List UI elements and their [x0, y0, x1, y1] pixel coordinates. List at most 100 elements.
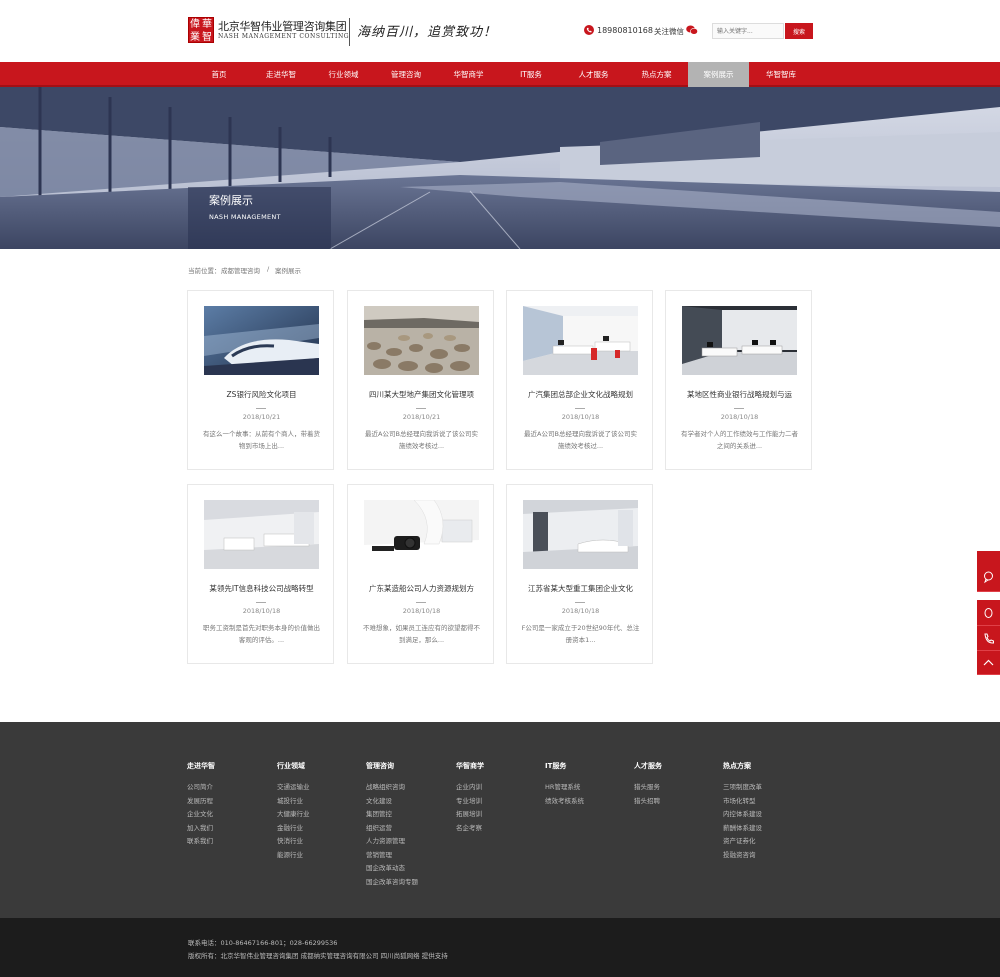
side-back-to-top-button[interactable]	[977, 651, 1000, 675]
case-date: 2018/10/21	[242, 413, 281, 421]
footer-link[interactable]: 大健康行业	[277, 808, 310, 818]
footer-link[interactable]: 发展历程	[187, 795, 213, 805]
footer-link[interactable]: 人力资源管理	[366, 835, 405, 845]
nav-item-consulting[interactable]: 管理咨询	[375, 62, 437, 87]
nav-item-thinktank[interactable]: 华智智库	[749, 62, 813, 87]
case-date: 2018/10/18	[720, 413, 759, 421]
search-input[interactable]	[712, 23, 784, 39]
footer-link[interactable]: 专业培训	[456, 795, 482, 805]
chat-icon	[984, 571, 993, 584]
case-image-train[interactable]	[204, 306, 319, 375]
case-image-reception[interactable]	[204, 500, 319, 569]
phone-icon	[584, 25, 594, 35]
side-qq-button[interactable]	[977, 600, 1000, 626]
footer-link[interactable]: 企业文化	[187, 808, 213, 818]
footer-link[interactable]: 城投行业	[277, 795, 303, 805]
footer-link[interactable]: 营销管理	[366, 849, 392, 859]
nav-item-solutions[interactable]: 热点方案	[625, 62, 688, 87]
footer-column-title[interactable]: 华智商学	[456, 761, 484, 771]
case-image-lobby[interactable]	[523, 500, 638, 569]
footer-link[interactable]: 联系我们	[187, 835, 213, 845]
logo-char: 華	[202, 19, 212, 30]
case-image-pebbles[interactable]	[364, 306, 479, 375]
footer-column-title[interactable]: 走进华智	[187, 761, 215, 771]
footer-link[interactable]: 国企改革动态	[366, 862, 405, 872]
footer-link[interactable]: 金融行业	[277, 822, 303, 832]
nav-item-talent[interactable]: 人才服务	[562, 62, 625, 87]
footer-link[interactable]: 内控体系建设	[723, 808, 762, 818]
nav-item-cases[interactable]: 案例展示	[688, 62, 749, 87]
case-title[interactable]: 四川某大型地产集团文化管理项	[352, 389, 491, 400]
footer-copyright: 版权所有：北京华智伟业管理咨询集团 成都纳实管理咨询有限公司 四川尚狐网络 提供…	[188, 952, 448, 960]
nav-item-industries[interactable]: 行业领域	[312, 62, 375, 87]
footer-column-title[interactable]: 管理咨询	[366, 761, 394, 771]
divider	[734, 408, 744, 409]
bottom-bar	[0, 918, 1000, 977]
logo-mark[interactable]: 偉 華 業 智	[188, 17, 214, 43]
footer-link[interactable]: 薪酬体系建设	[723, 822, 762, 832]
footer-column-title[interactable]: IT服务	[545, 761, 566, 771]
footer-link[interactable]: 资产证券化	[723, 835, 756, 845]
divider	[416, 408, 426, 409]
case-card[interactable]: 广东某造船公司人力资源规划方 2018/10/18 不难想象，如果员工连应有的欲…	[347, 484, 494, 664]
footer-link[interactable]: 名企考察	[456, 822, 482, 832]
case-card[interactable]: 广汽集团总部企业文化战略规划 2018/10/18 最近A公司B总经理向我诉说了…	[506, 290, 653, 470]
case-image-office[interactable]	[523, 306, 638, 375]
wechat-label[interactable]: 关注微信	[654, 26, 684, 37]
case-title[interactable]: 广汽集团总部企业文化战略规划	[511, 389, 650, 400]
case-image-desk-camera[interactable]	[364, 500, 479, 569]
case-card[interactable]: 江苏省某大型重工集团企业文化 2018/10/18 F公司是一家成立于20世纪9…	[506, 484, 653, 664]
case-summary: 职务工资制是首先对职务本身的价值做出客观的评估。...	[203, 624, 320, 644]
case-title[interactable]: ZS银行风险文化项目	[192, 389, 331, 400]
divider	[416, 602, 426, 603]
company-name[interactable]: 北京华智伟业管理咨询集团	[218, 18, 347, 34]
case-date: 2018/10/21	[402, 413, 441, 421]
nav-item-academy[interactable]: 华智商学	[437, 62, 500, 87]
footer-link[interactable]: 组织运营	[366, 822, 392, 832]
footer-link[interactable]: 企业内训	[456, 781, 482, 791]
footer-link[interactable]: 交通运输业	[277, 781, 310, 791]
case-title[interactable]: 广东某造船公司人力资源规划方	[352, 583, 491, 594]
case-card[interactable]: 某领先IT信息科技公司战略转型 2018/10/18 职务工资制是首先对职务本身…	[187, 484, 334, 664]
case-card[interactable]: 某地区性商业银行战略规划与运 2018/10/18 有学者对个人的工作绩效与工作…	[665, 290, 812, 470]
footer-column-title[interactable]: 热点方案	[723, 761, 751, 771]
footer-column-title[interactable]: 行业领域	[277, 761, 305, 771]
footer-column-title[interactable]: 人才服务	[634, 761, 662, 771]
footer-link[interactable]: 猎头招聘	[634, 795, 660, 805]
case-title[interactable]: 某领先IT信息科技公司战略转型	[192, 583, 331, 594]
footer-link[interactable]: 猎头服务	[634, 781, 660, 791]
case-summary: 有这么一个故事：从前有个商人，带着货物到市场上出...	[203, 430, 320, 450]
slogan: 海纳百川，追赏致功！	[357, 25, 498, 40]
nav-item-it[interactable]: IT服务	[500, 62, 562, 87]
case-card[interactable]: ZS银行风险文化项目 2018/10/21 有这么一个故事：从前有个商人，带着货…	[187, 290, 334, 470]
nav-item-home[interactable]: 首页	[188, 62, 250, 87]
footer-link[interactable]: 拓展培训	[456, 808, 482, 818]
footer-link[interactable]: 文化建设	[366, 795, 392, 805]
search-button[interactable]: 搜索	[785, 23, 813, 39]
side-chat-button[interactable]	[977, 551, 1000, 592]
footer-link[interactable]: 快消行业	[277, 835, 303, 845]
footer-link[interactable]: 绩效考核系统	[545, 795, 584, 805]
case-summary: 最近A公司B总经理向我诉说了该公司实施绩效考核过...	[524, 430, 637, 450]
footer-link[interactable]: 投融资咨询	[723, 849, 756, 859]
footer-link[interactable]: 加入我们	[187, 822, 213, 832]
footer-link[interactable]: 国企改革咨询专题	[366, 876, 418, 886]
footer-link[interactable]: HR管理系统	[545, 781, 580, 791]
footer-link[interactable]: 能源行业	[277, 849, 303, 859]
side-phone-button[interactable]	[977, 626, 1000, 651]
top-arrow-icon	[983, 659, 994, 666]
case-card[interactable]: 四川某大型地产集团文化管理项 2018/10/21 最近A公司B总经理向我诉说了…	[347, 290, 494, 470]
case-title[interactable]: 某地区性商业银行战略规划与运	[670, 389, 809, 400]
footer-link[interactable]: 集团管控	[366, 808, 392, 818]
footer-link[interactable]: 公司简介	[187, 781, 213, 791]
footer-link[interactable]: 三项制度改革	[723, 781, 762, 791]
case-summary: F公司是一家成立于20世纪90年代、总注册资本1...	[521, 624, 640, 644]
footer-link[interactable]: 战略组织咨询	[366, 781, 405, 791]
footer-link[interactable]: 市场化转型	[723, 795, 756, 805]
logo-char: 業	[190, 32, 200, 43]
wechat-icon[interactable]	[686, 25, 698, 35]
breadcrumb-home[interactable]: 成都管理咨询	[221, 265, 260, 275]
case-title[interactable]: 江苏省某大型重工集团企业文化	[511, 583, 650, 594]
case-image-office-dark[interactable]	[682, 306, 797, 375]
nav-item-about[interactable]: 走进华智	[250, 62, 312, 87]
